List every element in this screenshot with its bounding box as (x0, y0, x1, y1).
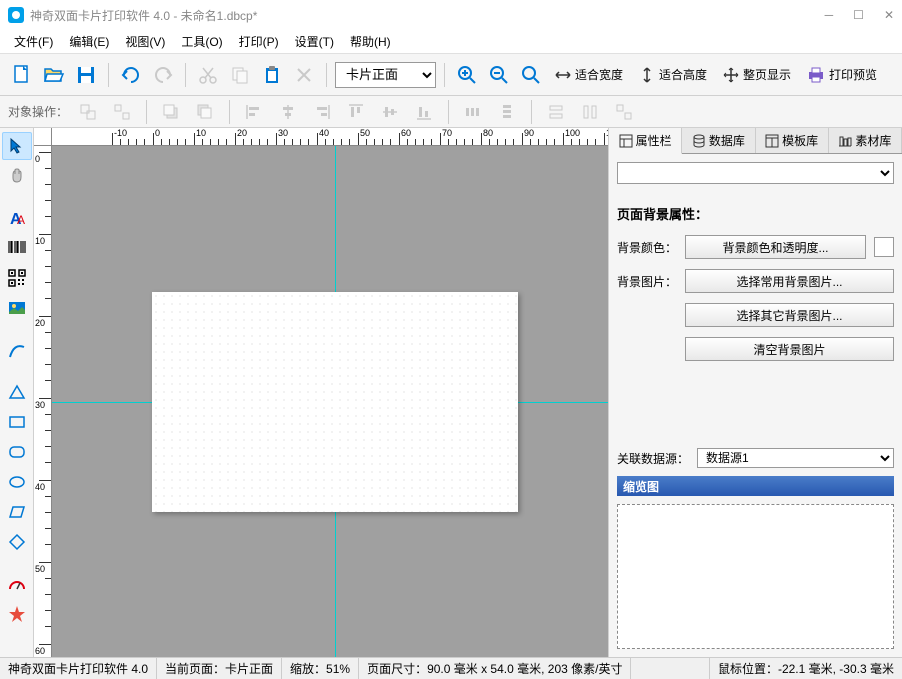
tab-templates[interactable]: 模板库 (756, 128, 829, 153)
distribute-h-button (459, 98, 487, 126)
zoom-reset-button[interactable] (517, 61, 545, 89)
parallelogram-tool[interactable] (2, 498, 32, 526)
bg-color-button[interactable]: 背景颜色和透明度... (685, 235, 866, 259)
align-right-button (308, 98, 336, 126)
rect-tool[interactable] (2, 408, 32, 436)
save-button[interactable] (72, 61, 100, 89)
status-zoom: 缩放：51% (282, 658, 359, 679)
same-width-button (542, 98, 570, 126)
datasource-select[interactable]: 数据源1 (697, 448, 894, 468)
close-button[interactable]: ✕ (884, 8, 894, 22)
menu-view[interactable]: 视图(V) (119, 31, 171, 52)
pan-tool[interactable] (2, 162, 32, 190)
paste-button[interactable] (258, 61, 286, 89)
horizontal-ruler[interactable]: -100102030405060708090100110 (52, 128, 608, 146)
align-bottom-button (410, 98, 438, 126)
align-center-v-button (376, 98, 404, 126)
main-toolbar: 卡片正面 适合宽度 适合高度 整页显示 打印预览 (0, 54, 902, 96)
distribute-v-button (493, 98, 521, 126)
statusbar: 神奇双面卡片打印软件 4.0 当前页面：卡片正面 缩放：51% 页面尺寸：90.… (0, 657, 902, 679)
bg-img-clear-button[interactable]: 清空背景图片 (685, 337, 894, 361)
card-side-select[interactable]: 卡片正面 (335, 62, 436, 88)
redo-button[interactable] (149, 61, 177, 89)
menu-help[interactable]: 帮助(H) (344, 31, 397, 52)
align-left-button (240, 98, 268, 126)
text-tool[interactable]: AA (2, 204, 32, 232)
bg-color-swatch[interactable] (874, 237, 894, 257)
status-size: 页面尺寸：90.0 毫米 x 54.0 毫米, 203 像素/英寸 (359, 658, 631, 679)
object-toolbar: 对象操作： (0, 96, 902, 128)
bring-front-button (157, 98, 185, 126)
status-page: 当前页面：卡片正面 (157, 658, 282, 679)
obj-toolbar-label: 对象操作： (8, 103, 68, 120)
maximize-button[interactable]: ☐ (853, 8, 864, 22)
open-button[interactable] (40, 61, 68, 89)
bg-img-other-button[interactable]: 选择其它背景图片... (685, 303, 894, 327)
align-center-h-button (274, 98, 302, 126)
bg-img-common-button[interactable]: 选择常用背景图片... (685, 269, 894, 293)
status-mouse: 鼠标位置：-22.1 毫米, -30.3 毫米 (709, 658, 902, 679)
card-page[interactable] (152, 292, 518, 512)
full-page-button[interactable]: 整页显示 (717, 64, 797, 85)
element-select[interactable] (617, 162, 894, 184)
bg-color-label: 背景颜色： (617, 239, 677, 256)
ruler-corner (34, 128, 52, 146)
minimize-button[interactable]: ─ (825, 8, 834, 22)
tab-properties[interactable]: 属性栏 (609, 128, 682, 154)
menu-tools[interactable]: 工具(O) (175, 31, 228, 52)
cut-button[interactable] (194, 61, 222, 89)
ungroup-button (108, 98, 136, 126)
same-height-button (576, 98, 604, 126)
datasource-label: 关联数据源： (617, 450, 689, 467)
group-button (74, 98, 102, 126)
send-back-button (191, 98, 219, 126)
menu-file[interactable]: 文件(F) (8, 31, 59, 52)
copy-button[interactable] (226, 61, 254, 89)
star-tool[interactable] (2, 600, 32, 628)
canvas[interactable] (52, 146, 608, 657)
triangle-tool[interactable] (2, 378, 32, 406)
tab-database[interactable]: 数据库 (682, 128, 755, 153)
gauge-tool[interactable] (2, 570, 32, 598)
select-tool[interactable] (2, 132, 32, 160)
diamond-tool[interactable] (2, 528, 32, 556)
undo-button[interactable] (117, 61, 145, 89)
menu-print[interactable]: 打印(P) (233, 31, 285, 52)
barcode-tool[interactable] (2, 234, 32, 262)
status-app: 神奇双面卡片打印软件 4.0 (0, 658, 157, 679)
vertical-ruler[interactable]: 0102030405060 (34, 146, 52, 657)
menubar: 文件(F) 编辑(E) 视图(V) 工具(O) 打印(P) 设置(T) 帮助(H… (0, 30, 902, 54)
image-tool[interactable] (2, 294, 32, 322)
section-title: 页面背景属性： (617, 204, 894, 223)
zoom-in-button[interactable] (453, 61, 481, 89)
fit-height-button[interactable]: 适合高度 (633, 64, 713, 85)
canvas-area[interactable]: -100102030405060708090100110 01020304050… (34, 128, 608, 657)
preview-header: 缩览图 (617, 476, 894, 496)
print-preview-button[interactable]: 打印预览 (801, 64, 883, 85)
fit-width-button[interactable]: 适合宽度 (549, 64, 629, 85)
ellipse-tool[interactable] (2, 468, 32, 496)
app-icon (8, 7, 24, 23)
tab-assets[interactable]: 素材库 (829, 128, 902, 153)
window-title: 神奇双面卡片打印软件 4.0 - 未命名1.dbcp* (30, 7, 257, 24)
new-button[interactable] (8, 61, 36, 89)
qrcode-tool[interactable] (2, 264, 32, 292)
preview-box (617, 504, 894, 649)
svg-text:A: A (17, 213, 25, 227)
menu-edit[interactable]: 编辑(E) (63, 31, 115, 52)
right-panel: 属性栏 数据库 模板库 素材库 页面背景属性： 背景颜色： 背景颜色和透明度..… (608, 128, 902, 657)
titlebar: 神奇双面卡片打印软件 4.0 - 未命名1.dbcp* ─ ☐ ✕ (0, 0, 902, 30)
delete-button[interactable] (290, 61, 318, 89)
zoom-out-button[interactable] (485, 61, 513, 89)
rounded-rect-tool[interactable] (2, 438, 32, 466)
menu-settings[interactable]: 设置(T) (289, 31, 340, 52)
align-top-button (342, 98, 370, 126)
bg-img-label: 背景图片： (617, 273, 677, 290)
same-size-button (610, 98, 638, 126)
line-tool[interactable] (2, 336, 32, 364)
tool-sidebar: AA (0, 128, 34, 657)
